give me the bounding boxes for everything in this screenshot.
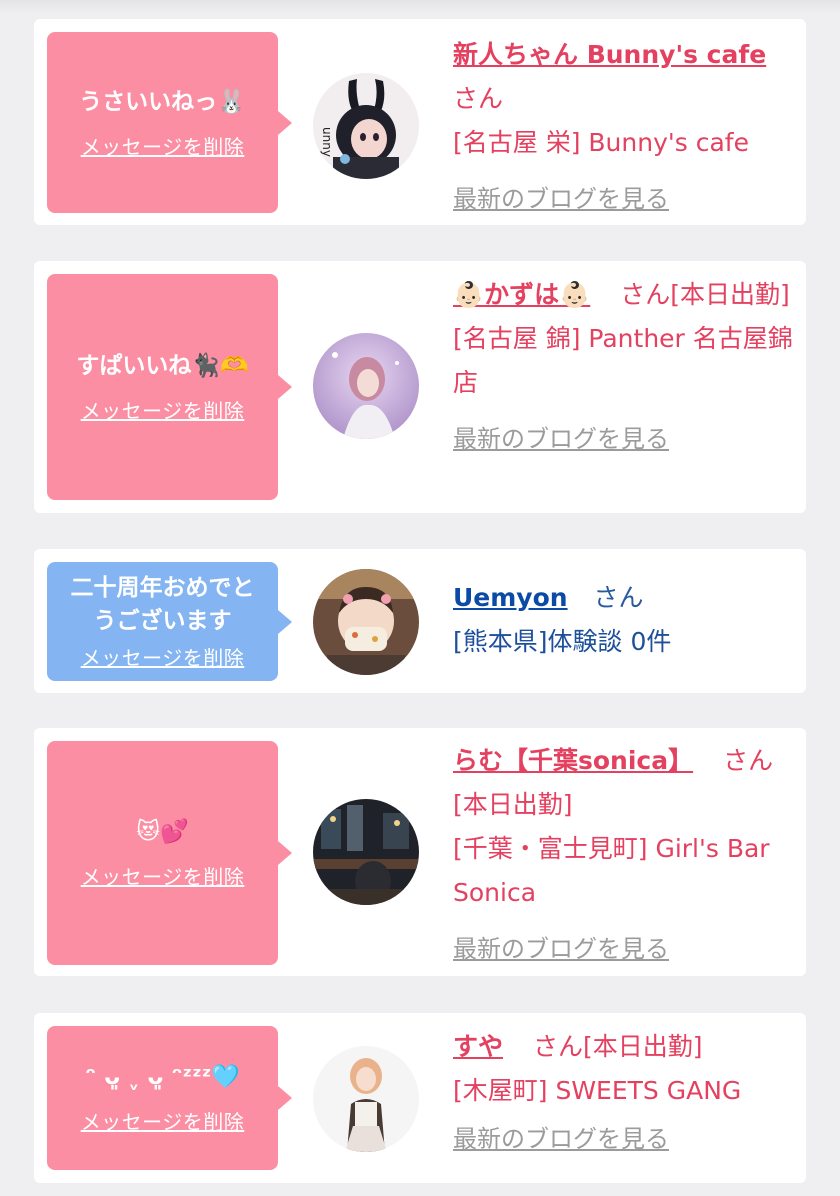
avatar-image xyxy=(313,799,419,905)
delete-message-link[interactable]: メッセージを削除 xyxy=(81,1106,245,1135)
status-label: [本日出勤] xyxy=(453,790,573,819)
user-info: 新人ちゃん Bunny's cafe さん [名古屋 栄] Bunny's ca… xyxy=(453,33,798,221)
avatar[interactable] xyxy=(313,1046,419,1152)
message-text: 😻💕 xyxy=(136,819,189,845)
status-label: [本日出勤] xyxy=(582,1032,703,1061)
status-label: [本日出勤] xyxy=(670,280,790,309)
top-shadow xyxy=(0,0,840,14)
shop-info: [千葉・富士見町] Girl's Bar Sonica xyxy=(453,834,770,907)
honorific: さん xyxy=(593,583,644,612)
honorific: さん xyxy=(532,1032,583,1061)
user-info: Uemyon さん [熊本県]体験談 0件 xyxy=(453,576,798,664)
message-card: 😻💕 メッセージを削除 らむ【千葉sonica】 さん [本日出勤] [千葉・富… xyxy=(34,728,806,976)
message-text: すぱいいね🐈‍⬛🫶 xyxy=(76,353,249,379)
avatar-image xyxy=(313,569,419,675)
avatar[interactable] xyxy=(313,799,419,905)
delete-message-link[interactable]: メッセージを削除 xyxy=(81,642,245,671)
message-card: 二十周年おめでとうございます メッセージを削除 Uemyon さん [熊本県]体… xyxy=(34,549,806,693)
avatar[interactable]: unny xyxy=(313,73,419,179)
avatar[interactable] xyxy=(313,569,419,675)
user-info: らむ【千葉sonica】 さん [本日出勤] [千葉・富士見町] Girl's … xyxy=(453,739,798,971)
message-bubble: 二十周年おめでとうございます メッセージを削除 xyxy=(47,562,292,681)
message-text: ᵔ ᴗ͈ ˬ ᴗ͈ ᵔᶻᶻᶻ🩵 xyxy=(84,1064,240,1090)
latest-blog-link[interactable]: 最新のブログを見る xyxy=(453,417,669,461)
latest-blog-link[interactable]: 最新のブログを見る xyxy=(453,927,669,971)
user-name-link[interactable]: 👶🏻かずは👶🏻 xyxy=(453,280,590,309)
message-bubble: うさいいねっ🐰 メッセージを削除 xyxy=(47,32,292,213)
avatar-image xyxy=(313,333,419,439)
shop-info: [名古屋 栄] Bunny's cafe xyxy=(453,128,749,157)
honorific: さん xyxy=(453,84,504,113)
user-name-link[interactable]: Uemyon xyxy=(453,583,568,612)
svg-text:unny: unny xyxy=(320,127,334,157)
user-name-link[interactable]: らむ【千葉sonica】 xyxy=(453,746,693,775)
message-text: 二十周年おめでとうございます xyxy=(70,575,255,634)
avatar-image xyxy=(313,1046,419,1152)
latest-blog-link[interactable]: 最新のブログを見る xyxy=(453,177,669,221)
message-bubble: すぱいいね🐈‍⬛🫶 メッセージを削除 xyxy=(47,274,292,500)
experience-info: [熊本県]体験談 0件 xyxy=(453,627,672,656)
honorific: さん xyxy=(723,746,774,775)
shop-info: [木屋町] SWEETS GANG xyxy=(453,1076,742,1105)
delete-message-link[interactable]: メッセージを削除 xyxy=(81,131,245,160)
message-bubble: 😻💕 メッセージを削除 xyxy=(47,741,292,965)
message-bubble: ᵔ ᴗ͈ ˬ ᴗ͈ ᵔᶻᶻᶻ🩵 メッセージを削除 xyxy=(47,1026,292,1170)
delete-message-link[interactable]: メッセージを削除 xyxy=(81,395,245,424)
avatar-image: unny xyxy=(313,73,419,179)
message-card: うさいいねっ🐰 メッセージを削除 unny 新人ちゃん Bunny's cafe… xyxy=(34,19,806,225)
honorific: さん xyxy=(620,280,671,309)
user-info: すや さん[本日出勤] [木屋町] SWEETS GANG 最新のブログを見る xyxy=(453,1025,798,1161)
user-name-link[interactable]: すや xyxy=(453,1032,503,1061)
delete-message-link[interactable]: メッセージを削除 xyxy=(81,861,245,890)
shop-info: [名古屋 錦] Panther 名古屋錦店 xyxy=(453,324,793,397)
message-card: ᵔ ᴗ͈ ˬ ᴗ͈ ᵔᶻᶻᶻ🩵 メッセージを削除 すや さん[本日出勤] [木屋… xyxy=(34,1013,806,1183)
latest-blog-link[interactable]: 最新のブログを見る xyxy=(453,1117,669,1161)
message-card: すぱいいね🐈‍⬛🫶 メッセージを削除 👶🏻かずは👶🏻 さん[本日出勤] [名古屋… xyxy=(34,261,806,513)
user-name-link[interactable]: 新人ちゃん Bunny's cafe xyxy=(453,40,766,69)
message-text: うさいいねっ🐰 xyxy=(79,88,246,115)
avatar[interactable] xyxy=(313,333,419,439)
user-info: 👶🏻かずは👶🏻 さん[本日出勤] [名古屋 錦] Panther 名古屋錦店 最… xyxy=(453,273,798,461)
